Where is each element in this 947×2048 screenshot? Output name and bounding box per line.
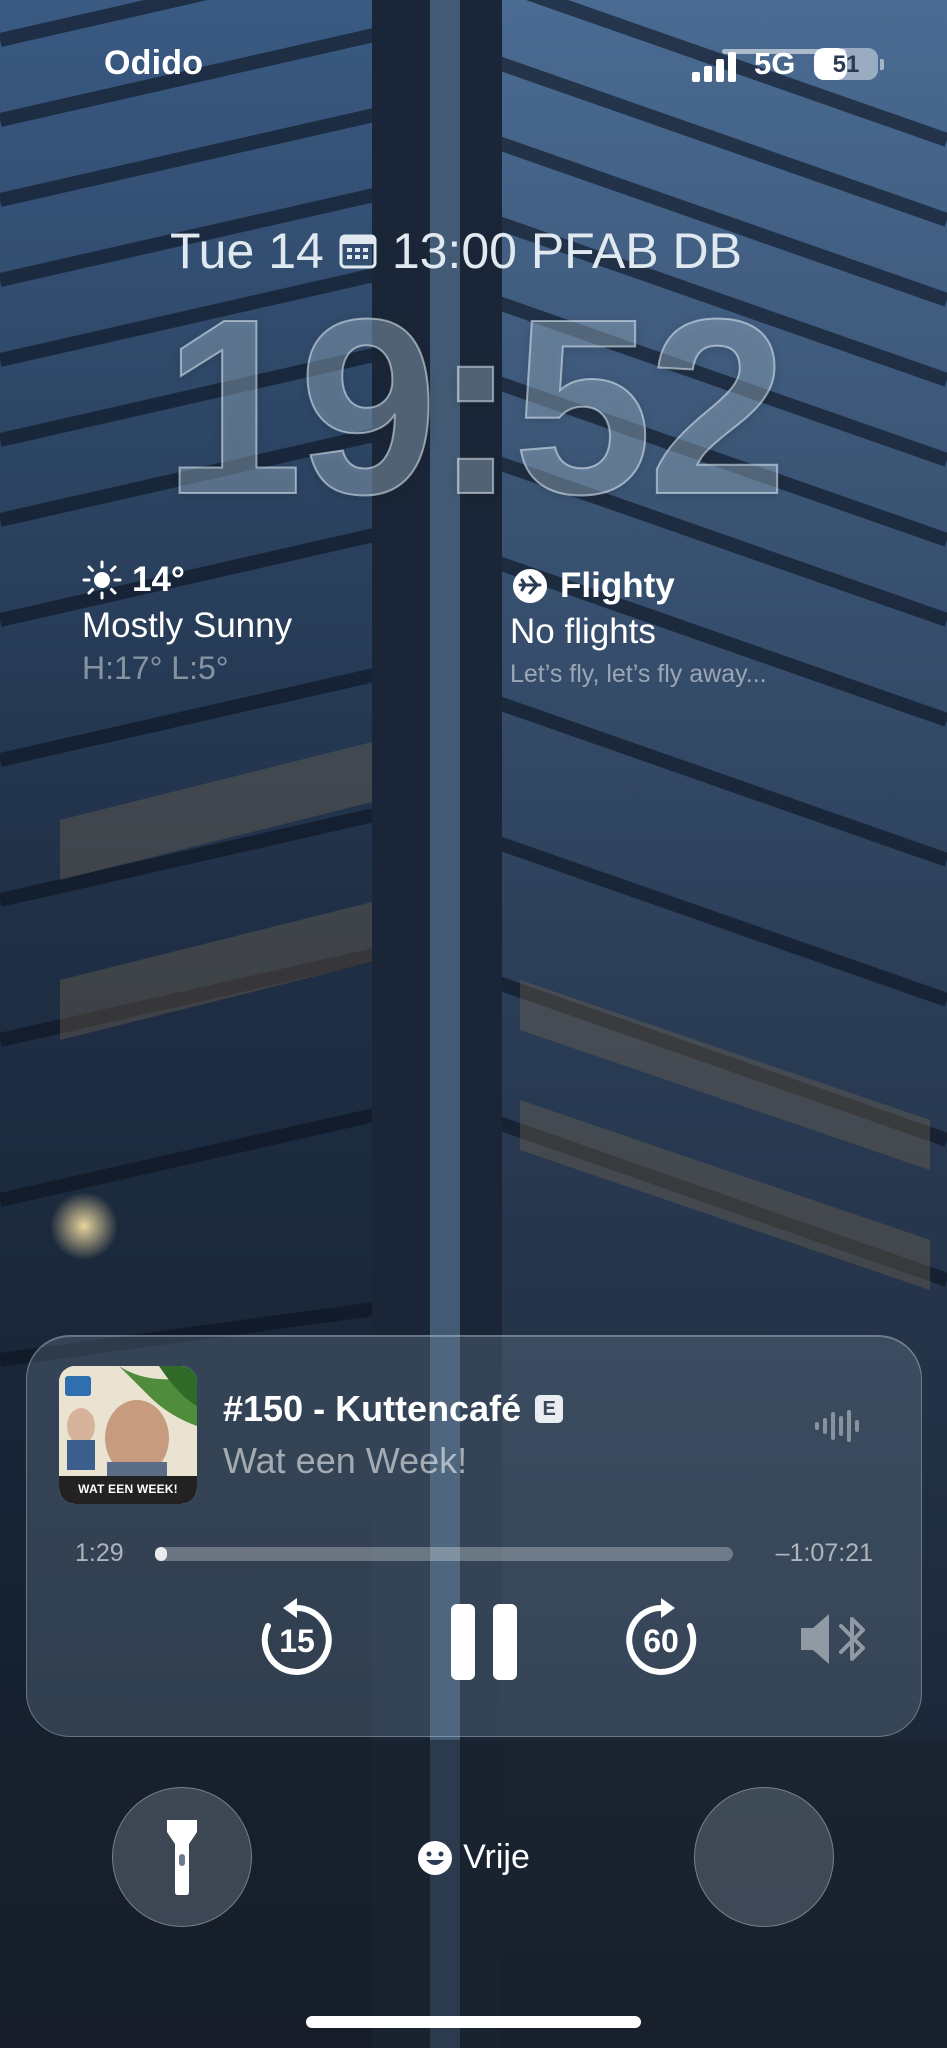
pause-button[interactable]: [445, 1602, 523, 1682]
podcast-artwork[interactable]: WAT EEN WEEK!: [59, 1366, 197, 1504]
audio-output-button[interactable]: [797, 1606, 873, 1672]
smile-icon: [418, 1840, 453, 1875]
track-title: #150 - Kuttencafé: [223, 1388, 522, 1429]
calendar-icon: [339, 234, 377, 269]
flighty-app-name: Flighty: [560, 566, 675, 605]
playback-scrubber[interactable]: [155, 1547, 733, 1561]
track-artist: Wat een Week!: [223, 1440, 468, 1481]
carrier-name: Odido: [104, 44, 204, 82]
battery-tip: [880, 59, 884, 70]
flighty-tagline: Let’s fly, let’s fly away...: [510, 660, 767, 688]
skip-back-seconds: 15: [279, 1623, 315, 1659]
flighty-status: No flights: [510, 612, 656, 651]
cellular-signal-icon: [692, 52, 736, 82]
elapsed-time: 1:29: [75, 1539, 124, 1567]
explicit-badge: E: [535, 1395, 564, 1423]
skip-back-button[interactable]: 15: [255, 1598, 339, 1682]
pause-icon: [451, 1604, 517, 1680]
plane-icon: [513, 569, 547, 603]
status-indicator-bar: [722, 49, 846, 54]
playback-progress-fill: [155, 1547, 167, 1561]
weather-high-low: H:17° L:5°: [82, 650, 229, 686]
battery-percentage: 51: [832, 51, 860, 78]
lock-screen-clock: 19:52: [163, 267, 788, 546]
skip-forward-button[interactable]: 60: [619, 1598, 703, 1682]
skip-forward-seconds: 60: [643, 1623, 679, 1659]
track-title-row: #150 - Kuttencafé E: [223, 1388, 564, 1430]
now-playing-card[interactable]: WAT EEN WEEK! #150 - Kuttencafé E Wat ee…: [26, 1335, 922, 1737]
weather-condition: Mostly Sunny: [82, 606, 293, 645]
remaining-time: –1:07:21: [775, 1539, 873, 1567]
focus-mode-label: Vrije: [463, 1838, 530, 1876]
sun-icon: [82, 560, 122, 600]
waveform-icon: [815, 1410, 859, 1442]
flighty-widget[interactable]: Flighty No flights Let’s fly, let’s fly …: [510, 566, 767, 689]
speaker-bluetooth-icon: [801, 1614, 865, 1664]
artwork-caption: WAT EEN WEEK!: [78, 1482, 178, 1496]
weather-temperature: 14°: [132, 560, 185, 599]
home-indicator[interactable]: [306, 2016, 641, 2028]
camera-button[interactable]: [694, 1787, 834, 1927]
weather-widget[interactable]: 14° Mostly Sunny H:17° L:5°: [82, 560, 292, 687]
